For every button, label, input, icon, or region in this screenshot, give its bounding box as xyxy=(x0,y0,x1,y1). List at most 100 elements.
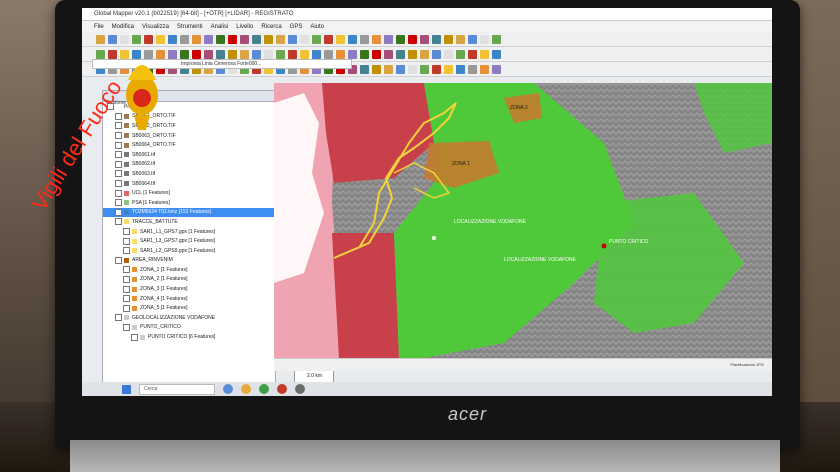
toolbar-tool-icon[interactable] xyxy=(468,64,477,74)
taskbar-settings-icon[interactable] xyxy=(295,384,305,394)
taskbar-pdf-icon[interactable] xyxy=(277,384,287,394)
layer-visibility-checkbox[interactable] xyxy=(115,122,122,130)
layer-visibility-checkbox[interactable] xyxy=(115,151,122,159)
toolbar-tool-icon[interactable] xyxy=(252,49,261,59)
toolbar-tool-icon[interactable] xyxy=(120,34,129,44)
toolbar-tool-icon[interactable] xyxy=(240,34,249,44)
layer-visibility-checkbox[interactable] xyxy=(123,247,130,255)
layer-row[interactable]: GEOLOCALIZZAZIONE VODAFONE xyxy=(103,313,275,323)
toolbar-tool-icon[interactable] xyxy=(432,64,441,74)
layer-visibility-checkbox[interactable] xyxy=(123,285,130,293)
toolbar-tool-icon[interactable] xyxy=(228,34,237,44)
toolbar-tool-icon[interactable] xyxy=(492,34,501,44)
toolbar-tool-icon[interactable] xyxy=(372,64,381,74)
menu-item-5[interactable]: Livello xyxy=(236,24,253,30)
menu-item-7[interactable]: GPS xyxy=(290,24,303,30)
layer-visibility-checkbox[interactable] xyxy=(123,228,130,236)
layer-row[interactable]: SB0061_ORTO.TIF xyxy=(103,112,275,122)
toolbar-tool-icon[interactable] xyxy=(420,34,429,44)
layer-visibility-checkbox[interactable] xyxy=(115,208,122,216)
toolbar-tool-icon[interactable] xyxy=(492,64,501,74)
layer-visibility-checkbox[interactable] xyxy=(115,141,122,149)
menu-item-1[interactable]: Modifica xyxy=(112,24,134,30)
toolbar-tool-icon[interactable] xyxy=(480,34,489,44)
layer-visibility-checkbox[interactable] xyxy=(115,112,122,120)
toolbar-tool-icon[interactable] xyxy=(276,34,285,44)
map-view[interactable]: LOCALIZZAZIONE VODAFONE LOCALIZZAZIONE V… xyxy=(274,83,772,358)
toolbar-tool-icon[interactable] xyxy=(396,64,405,74)
layer-visibility-checkbox[interactable] xyxy=(115,180,122,188)
toolbar-tool-icon[interactable] xyxy=(336,34,345,44)
layer-visibility-checkbox[interactable] xyxy=(115,256,122,264)
menu-item-8[interactable]: Aiuto xyxy=(310,24,324,30)
layer-visibility-checkbox[interactable] xyxy=(115,218,122,226)
layer-visibility-checkbox[interactable] xyxy=(123,304,130,312)
layer-row[interactable]: PUNTO_CRITICO xyxy=(103,323,275,333)
toolbar-tool-icon[interactable] xyxy=(432,49,441,59)
layer-row[interactable]: UCL [1 Features] xyxy=(103,188,275,198)
layer-row[interactable]: ZONA_5 [1 Features] xyxy=(103,303,275,313)
toolbar-tool-icon[interactable] xyxy=(336,49,345,59)
toolbar-tool-icon[interactable] xyxy=(252,34,261,44)
layer-row[interactable]: SB0063_ORTO.TIF xyxy=(103,131,275,141)
toolbar-tool-icon[interactable] xyxy=(372,34,381,44)
layer-row[interactable]: SB0064.tif xyxy=(103,179,275,189)
toolbar-tool-icon[interactable] xyxy=(276,49,285,59)
toolbar-tool-icon[interactable] xyxy=(396,34,405,44)
toolbar-tool-icon[interactable] xyxy=(192,34,201,44)
toolbar-tool-icon[interactable] xyxy=(492,49,501,59)
layer-row[interactable]: SB0064_ORTO.TIF xyxy=(103,140,275,150)
toolbar-tool-icon[interactable] xyxy=(240,49,249,59)
toolbar-tool-icon[interactable] xyxy=(108,34,117,44)
toolbar-tool-icon[interactable] xyxy=(468,49,477,59)
toolbar-tool-icon[interactable] xyxy=(192,49,201,59)
toolbar-tool-icon[interactable] xyxy=(480,64,489,74)
toolbar-tool-icon[interactable] xyxy=(360,34,369,44)
toolbar-tool-icon[interactable] xyxy=(372,49,381,59)
layer-visibility-checkbox[interactable] xyxy=(115,160,122,168)
toolbar-tool-icon[interactable] xyxy=(288,34,297,44)
menu-item-4[interactable]: Analisi xyxy=(211,24,229,30)
search-input[interactable]: Impronta Linia Cenerosa Forte000... xyxy=(92,59,352,69)
toolbar-tool-icon[interactable] xyxy=(120,49,129,59)
toolbar-tool-icon[interactable] xyxy=(324,49,333,59)
layer-visibility-checkbox[interactable] xyxy=(115,170,122,178)
toolbar-tool-icon[interactable] xyxy=(180,34,189,44)
layer-visibility-checkbox[interactable] xyxy=(131,333,138,341)
toolbar-tool-icon[interactable] xyxy=(360,64,369,74)
toolbar-tool-icon[interactable] xyxy=(204,34,213,44)
menu-item-3[interactable]: Strumenti xyxy=(177,24,203,30)
toolbar-tool-icon[interactable] xyxy=(444,49,453,59)
toolbar-tool-icon[interactable] xyxy=(288,49,297,59)
toolbar-tool-icon[interactable] xyxy=(444,64,453,74)
toolbar-tool-icon[interactable] xyxy=(264,34,273,44)
toolbar-tool-icon[interactable] xyxy=(384,64,393,74)
toolbar-tool-icon[interactable] xyxy=(408,64,417,74)
toolbar-tool-icon[interactable] xyxy=(408,49,417,59)
toolbar-tool-icon[interactable] xyxy=(156,49,165,59)
layer-visibility-checkbox[interactable] xyxy=(123,266,130,274)
toolbar-tool-icon[interactable] xyxy=(420,49,429,59)
menu-item-2[interactable]: Visualizza xyxy=(142,24,169,30)
toolbar-tool-icon[interactable] xyxy=(348,49,357,59)
toolbar-tool-icon[interactable] xyxy=(456,49,465,59)
toolbar-tool-icon[interactable] xyxy=(468,34,477,44)
layer-visibility-checkbox[interactable] xyxy=(115,199,122,207)
layer-visibility-checkbox[interactable] xyxy=(123,323,130,331)
layer-visibility-checkbox[interactable] xyxy=(123,275,130,283)
toolbar-tool-icon[interactable] xyxy=(132,34,141,44)
toolbar-tool-icon[interactable] xyxy=(300,49,309,59)
toolbar-tool-icon[interactable] xyxy=(180,49,189,59)
toolbar-tool-icon[interactable] xyxy=(108,49,117,59)
toolbar-tool-icon[interactable] xyxy=(420,64,429,74)
taskbar-chrome-icon[interactable] xyxy=(259,384,269,394)
layer-row[interactable]: Progetto xyxy=(103,102,275,112)
layer-row[interactable]: TRACCE_BATTUTE xyxy=(103,217,275,227)
layer-row[interactable]: SAR1_L2_GPS9.gpx [1 Features] xyxy=(103,246,275,256)
layer-row[interactable]: TO2M5624 T02.kmz [152 Features] xyxy=(103,207,275,218)
layer-visibility-checkbox[interactable] xyxy=(123,295,130,303)
layer-row[interactable]: AREA_RINVENIM xyxy=(103,256,275,266)
toolbar-tool-icon[interactable] xyxy=(312,34,321,44)
taskbar-search-input[interactable]: Cerca xyxy=(139,383,215,395)
toolbar-tool-icon[interactable] xyxy=(144,49,153,59)
